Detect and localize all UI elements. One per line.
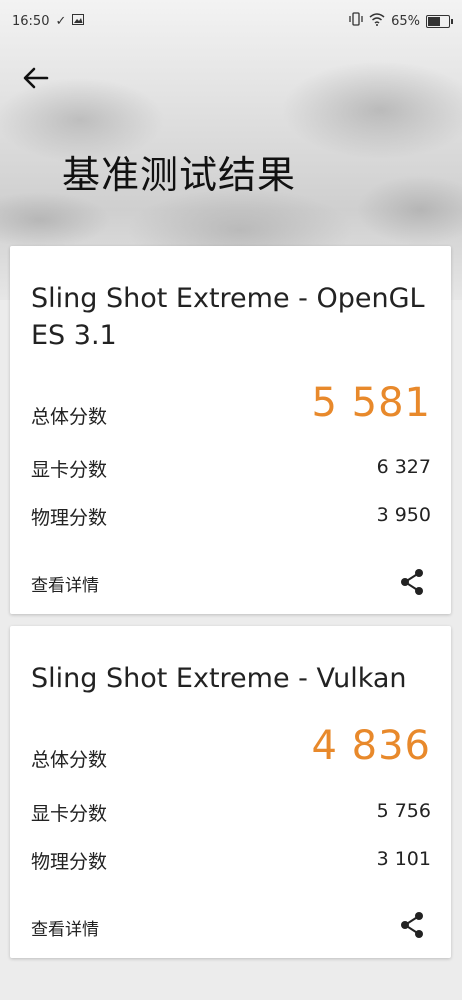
- share-icon: [401, 912, 423, 938]
- status-bar: 16:50 ✓ 65%: [0, 0, 462, 42]
- share-button[interactable]: [399, 568, 425, 596]
- total-score-label: 总体分数: [31, 749, 108, 771]
- total-score-label: 总体分数: [31, 406, 108, 428]
- graphics-score-value: 5 756: [376, 800, 431, 822]
- view-details-link[interactable]: 查看详情: [31, 915, 99, 940]
- status-time: 16:50: [12, 13, 50, 29]
- result-card-opengl: Sling Shot Extreme - OpenGL ES 3.1 总体分数 …: [10, 246, 451, 614]
- share-button[interactable]: [399, 911, 425, 939]
- total-score-value: 5 581: [311, 380, 431, 426]
- arrow-left-icon: [23, 67, 49, 89]
- vibrate-icon: [349, 12, 363, 30]
- page-title: 基准测试结果: [62, 153, 297, 197]
- benchmark-title: Sling Shot Extreme - Vulkan: [31, 663, 407, 694]
- check-icon: ✓: [55, 13, 67, 29]
- physics-score-value: 3 950: [376, 504, 431, 526]
- graphics-score-value: 6 327: [376, 456, 431, 478]
- share-icon: [401, 569, 423, 595]
- battery-percent: 65%: [391, 13, 420, 29]
- physics-score-value: 3 101: [376, 848, 431, 870]
- physics-score-label: 物理分数: [31, 851, 108, 873]
- physics-score-label: 物理分数: [31, 507, 108, 529]
- wifi-icon: [369, 12, 385, 30]
- battery-icon: [426, 14, 453, 28]
- result-card-vulkan: Sling Shot Extreme - Vulkan 总体分数 4 836 显…: [10, 626, 451, 958]
- benchmark-title: Sling Shot Extreme - OpenGL ES 3.1: [31, 283, 425, 351]
- back-button[interactable]: [20, 62, 52, 94]
- view-details-link[interactable]: 查看详情: [31, 571, 99, 596]
- graphics-score-label: 显卡分数: [31, 459, 108, 481]
- graphics-score-label: 显卡分数: [31, 803, 108, 825]
- total-score-value: 4 836: [311, 723, 431, 769]
- image-icon: [72, 13, 85, 29]
